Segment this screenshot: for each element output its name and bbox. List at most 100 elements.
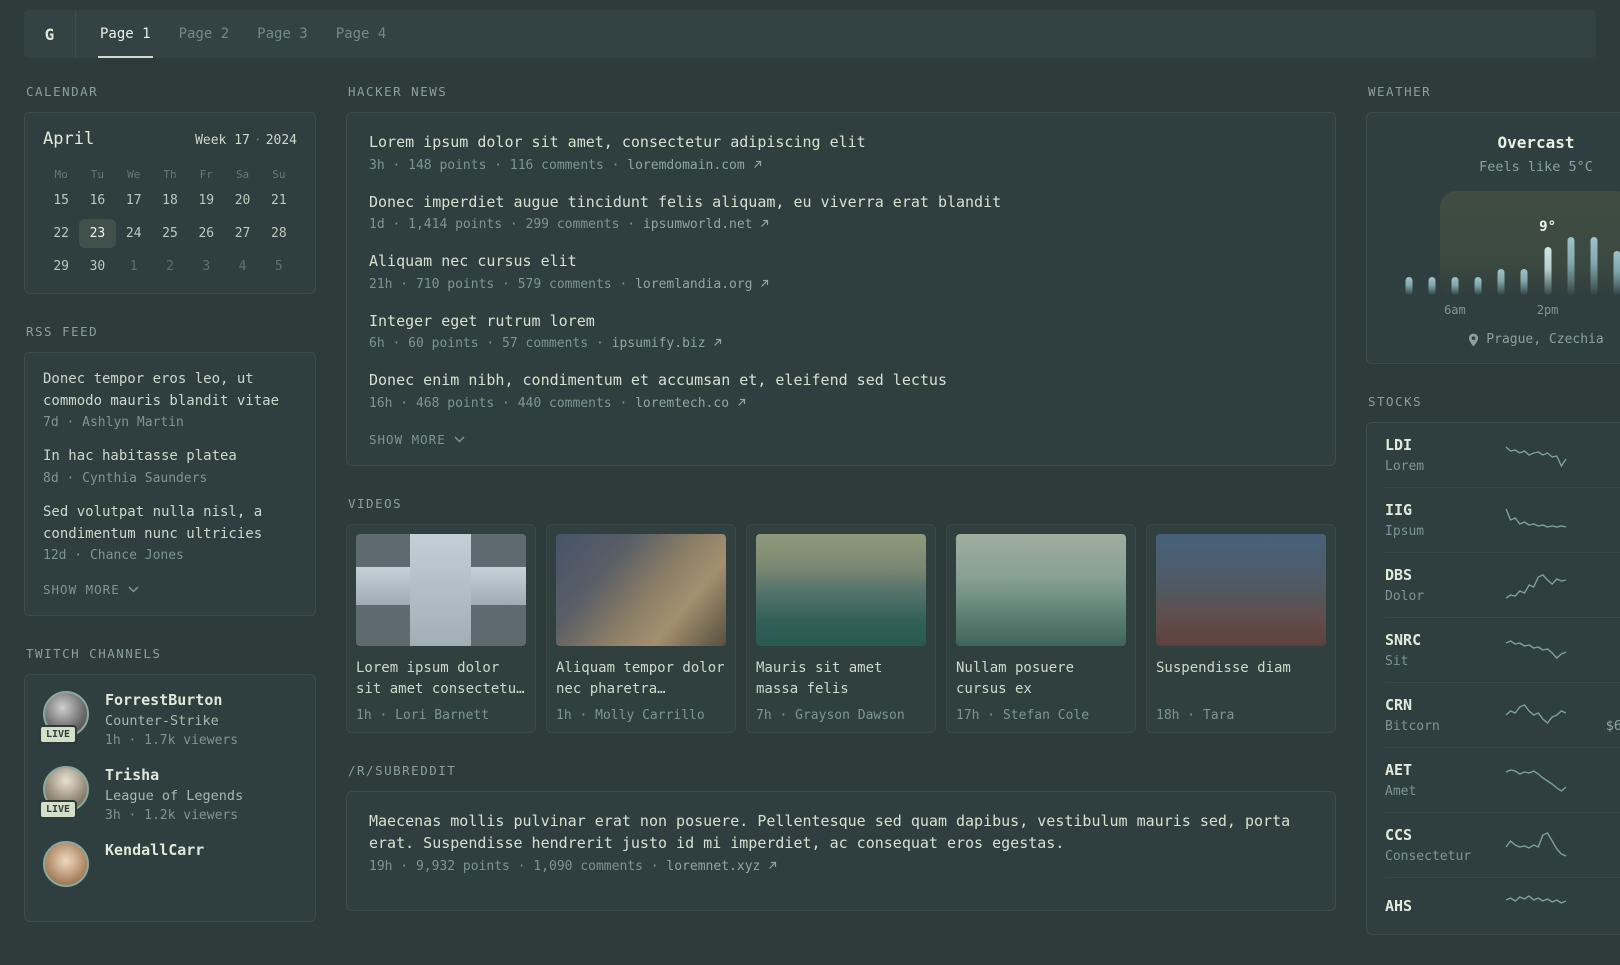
hackernews-item-title[interactable]: Donec enim nibh, condimentum et accumsan… (369, 369, 1313, 392)
calendar-day[interactable]: 16 (79, 186, 115, 215)
twitch-channel-name[interactable]: KendallCarr (105, 841, 204, 859)
stock-row[interactable]: IIG Ipsum +2.84% $42.04 (1385, 487, 1620, 552)
calendar-day[interactable]: 17 (116, 186, 152, 215)
subreddit-widget: Maecenas mollis pulvinar erat non posuer… (346, 790, 1336, 911)
stock-sparkline (1505, 769, 1567, 792)
hackernews-item[interactable]: Donec enim nibh, condimentum et accumsan… (369, 369, 1313, 411)
stock-info: CCS Consectetur (1385, 826, 1495, 864)
calendar-day[interactable]: 28 (261, 219, 297, 248)
weather-time-axis: 6am2pm10pm (1397, 303, 1620, 319)
stock-name: Ipsum (1385, 524, 1425, 539)
rss-item-meta: 8d · Cynthia Saunders (43, 471, 208, 487)
hackernews-item-domain[interactable]: loremtech.co (635, 396, 737, 411)
stock-info: CRN Bitcorn (1385, 696, 1495, 734)
rss-section-title: RSS FEED (26, 324, 99, 339)
subreddit-post[interactable]: Maecenas mollis pulvinar erat non posuer… (369, 810, 1313, 874)
hackernews-item-domain[interactable]: ipsumify.biz (612, 336, 714, 351)
hackernews-item[interactable]: Donec imperdiet augue tincidunt felis al… (369, 191, 1313, 233)
twitch-channel-row[interactable]: KendallCarr (43, 841, 297, 888)
rss-item-title[interactable]: In hac habitasse platea (43, 446, 297, 468)
weather-section: WEATHER Overcast Feels like 5°C 9° 6am 2p… (1366, 84, 1620, 364)
dot-separator: · (253, 133, 262, 148)
hackernews-item[interactable]: Aliquam nec cursus elit 21h · 710 points … (369, 250, 1313, 292)
tab-page-3[interactable]: Page 3 (243, 10, 322, 58)
hackernews-item-domain[interactable]: loremdomain.com (627, 158, 752, 173)
calendar-day[interactable]: 5 (261, 252, 297, 281)
stock-change: +1.36% (1577, 632, 1620, 648)
hackernews-item-title[interactable]: Donec imperdiet augue tincidunt felis al… (369, 191, 1313, 214)
left-column: CALENDAR April Week 17 · 2024 Mo Tu We Th Fr Sa… (24, 84, 316, 965)
stock-row[interactable]: LDI Lorem +4.35% $795.18 (1385, 423, 1620, 487)
calendar-day[interactable]: 26 (188, 219, 224, 248)
videos-section: VIDEOS Lorem ipsum dolor sit amet consec… (346, 496, 1336, 733)
video-card[interactable]: Nullam posuere cursus ex 17h · Stefan Col… (946, 523, 1136, 733)
calendar-day[interactable]: 23 (79, 219, 116, 248)
video-meta: 7h · Grayson Dawson (756, 707, 905, 723)
twitch-channel-name[interactable]: ForrestBurton (105, 691, 238, 709)
calendar-day-header: We (127, 168, 141, 181)
hackernews-item-title[interactable]: Lorem ipsum dolor sit amet, consectetur … (369, 131, 1313, 154)
video-card[interactable]: Mauris sit amet massa felis 7h · Grayson … (746, 523, 936, 733)
calendar-day[interactable]: 27 (224, 219, 260, 248)
calendar-month-label: April (43, 129, 95, 149)
stocks-section-title: STOCKS (1368, 394, 1423, 409)
video-card[interactable]: Suspendisse diam 18h · Tara (1146, 523, 1336, 733)
calendar-day[interactable]: 25 (152, 219, 188, 248)
subreddit-post-domain[interactable]: loremnet.xyz (666, 859, 768, 874)
calendar-day[interactable]: 29 (43, 252, 79, 281)
twitch-avatar: LIVE (39, 766, 89, 820)
live-badge: LIVE (39, 725, 78, 745)
hackernews-item-title[interactable]: Integer eget rutrum lorem (369, 310, 1313, 333)
hackernews-item[interactable]: Integer eget rutrum lorem 6h · 60 points … (369, 310, 1313, 351)
twitch-channel-name[interactable]: Trisha (105, 766, 243, 784)
stock-row[interactable]: AET Amet +0.92% $499.72 (1385, 747, 1620, 812)
calendar-day[interactable]: 2 (152, 252, 188, 281)
calendar-day[interactable]: 21 (261, 186, 297, 215)
calendar-day[interactable]: 15 (43, 186, 79, 215)
hackernews-list: Lorem ipsum dolor sit amet, consectetur … (369, 131, 1313, 411)
twitch-channel-game: Counter-Strike (105, 713, 219, 730)
video-list: Lorem ipsum dolor sit amet consectetu… 1h… (346, 523, 1336, 733)
tab-page-4[interactable]: Page 4 (322, 10, 401, 58)
calendar-day[interactable]: 4 (224, 252, 260, 281)
rss-item[interactable]: Donec tempor eros leo, ut commodo mauris… (43, 369, 297, 430)
stock-row[interactable]: CCS Consectetur +0.51% $165.84 (1385, 812, 1620, 877)
rss-show-more-button[interactable]: SHOW MORE (43, 582, 139, 597)
twitch-channel-row[interactable]: LIVE Trisha League of Legends 3h · 1.2k vie… (39, 766, 297, 823)
stock-row[interactable]: CRN Bitcorn -1.00% $66,171.48 (1385, 682, 1620, 747)
calendar-day[interactable]: 30 (79, 252, 115, 281)
avatar-image (43, 841, 89, 888)
stock-price: $42.04 (1577, 523, 1620, 539)
calendar-day[interactable]: 22 (43, 219, 79, 248)
hackernews-item-domain[interactable]: loremlandia.org (635, 277, 760, 292)
hackernews-item-domain[interactable]: ipsumworld.net (643, 217, 760, 232)
video-card[interactable]: Lorem ipsum dolor sit amet consectetu… 1h… (346, 523, 536, 733)
subreddit-post-title[interactable]: Maecenas mollis pulvinar erat non posuer… (369, 810, 1313, 855)
weather-bar (1567, 237, 1575, 295)
calendar-day[interactable]: 3 (188, 252, 224, 281)
page-tabs: Page 1 Page 2 Page 3 Page 4 (76, 10, 400, 58)
calendar-day[interactable]: 1 (116, 252, 152, 281)
hackernews-item-title[interactable]: Aliquam nec cursus elit (369, 250, 1313, 273)
stock-price: $66,171.48 (1605, 717, 1620, 734)
tab-page-1[interactable]: Page 1 (86, 10, 165, 58)
rss-item[interactable]: In hac habitasse platea 8d · Cynthia Saun… (43, 446, 297, 486)
twitch-channel-row[interactable]: LIVE ForrestBurton Counter-Strike 1h · 1.7k… (39, 691, 297, 748)
stock-row[interactable]: AHS+0.46% (1385, 877, 1620, 934)
app-logo[interactable]: G (24, 10, 76, 58)
stock-symbol: CRN (1385, 696, 1413, 714)
rss-item-title[interactable]: Sed volutpat nulla nisl, a condimentum n… (43, 502, 297, 545)
stock-row[interactable]: SNRC Sit +1.36% $148.64 (1385, 617, 1620, 682)
hackernews-item[interactable]: Lorem ipsum dolor sit amet, consectetur … (369, 131, 1313, 173)
tab-page-2[interactable]: Page 2 (165, 10, 244, 58)
calendar-day[interactable]: 24 (116, 219, 152, 248)
stock-row[interactable]: DBS Dolor +1.42% $156.28 (1385, 552, 1620, 617)
calendar-day[interactable]: 19 (188, 186, 224, 215)
calendar-day[interactable]: 20 (224, 186, 260, 215)
rss-item-title[interactable]: Donec tempor eros leo, ut commodo mauris… (43, 369, 297, 412)
rss-item[interactable]: Sed volutpat nulla nisl, a condimentum n… (43, 502, 297, 563)
twitch-section: TWITCH CHANNELS LIVE ForrestBurton Counter… (24, 646, 316, 923)
calendar-day[interactable]: 18 (152, 186, 188, 215)
video-card[interactable]: Aliquam tempor dolor nec pharetra… 1h · M… (546, 523, 736, 733)
hackernews-show-more-button[interactable]: SHOW MORE (369, 432, 465, 447)
